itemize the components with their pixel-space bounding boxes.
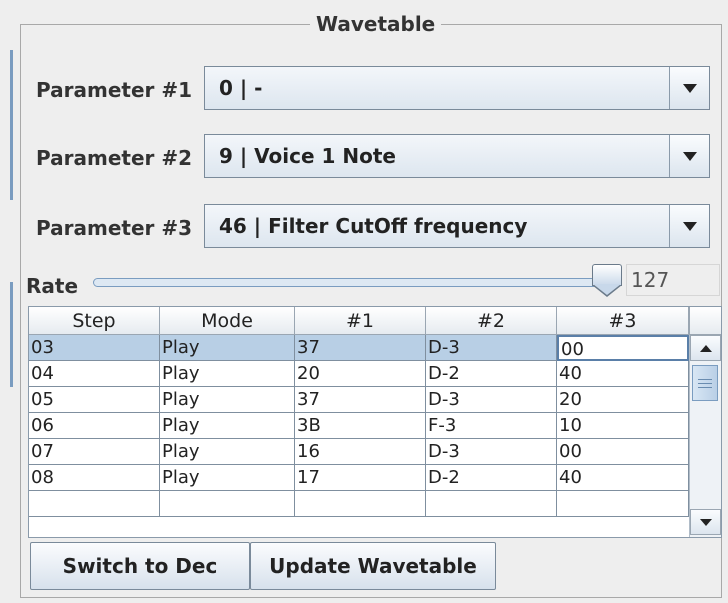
table-row[interactable]: 06 Play 3B F-3 10	[29, 413, 689, 439]
scrollbar-thumb[interactable]	[692, 365, 718, 401]
cell-param-3[interactable]: 40	[557, 465, 689, 491]
cell-step[interactable]: 04	[29, 361, 160, 387]
table-row[interactable]: 07 Play 16 D-3 00	[29, 439, 689, 465]
cell-step[interactable]: 06	[29, 413, 160, 439]
cell-param-1[interactable]: 37	[295, 335, 426, 361]
scroll-up-button[interactable]	[690, 335, 721, 361]
column-header-param-1[interactable]: #1	[295, 307, 426, 335]
rate-slider-thumb[interactable]	[592, 264, 622, 286]
cell-param-3[interactable]: 00	[557, 439, 689, 465]
side-edge-mark-top	[10, 50, 13, 200]
chevron-down-icon	[683, 152, 697, 161]
parameter-3-label: Parameter #3	[36, 216, 193, 240]
cell-param-1[interactable]: 20	[295, 361, 426, 387]
cell-mode[interactable]: Play	[160, 465, 295, 491]
arrow-up-icon	[700, 345, 712, 352]
parameter-3-value: 46 | Filter CutOff frequency	[219, 214, 528, 238]
parameter-2-dropdown-button[interactable]	[669, 135, 709, 177]
rate-slider-thumb-fill	[593, 284, 621, 295]
table-vertical-scrollbar[interactable]	[689, 335, 721, 537]
cell-param-3[interactable]: 40	[557, 361, 689, 387]
table-row-partial[interactable]	[29, 491, 689, 517]
cell-step[interactable]: 05	[29, 387, 160, 413]
cell-step[interactable]: 07	[29, 439, 160, 465]
table-row[interactable]: 05 Play 37 D-3 20	[29, 387, 689, 413]
cell-mode	[160, 491, 295, 517]
table-row[interactable]: 03 Play 37 D-3 00	[29, 335, 689, 361]
cell-param-2[interactable]: F-3	[426, 413, 557, 439]
switch-to-dec-button[interactable]: Switch to Dec	[30, 542, 250, 590]
cell-param-1[interactable]: 16	[295, 439, 426, 465]
cell-param-2[interactable]: D-3	[426, 439, 557, 465]
parameter-2-value: 9 | Voice 1 Note	[219, 144, 396, 168]
parameter-2-label: Parameter #2	[36, 146, 193, 170]
cell-param-3[interactable]: 10	[557, 413, 689, 439]
cell-param-1[interactable]: 3B	[295, 413, 426, 439]
parameter-3-select[interactable]: 46 | Filter CutOff frequency	[204, 204, 710, 248]
cell-step[interactable]: 03	[29, 335, 160, 361]
cell-mode[interactable]: Play	[160, 439, 295, 465]
parameter-1-dropdown-button[interactable]	[669, 67, 709, 109]
cell-step	[29, 491, 160, 517]
chevron-down-icon	[683, 84, 697, 93]
wavetable-table[interactable]: Step Mode #1 #2 #3 03 Play 37 D-3 00 04 …	[28, 306, 722, 538]
scroll-down-button[interactable]	[690, 509, 721, 535]
cell-param-2[interactable]: D-3	[426, 335, 557, 361]
cell-mode[interactable]: Play	[160, 361, 295, 387]
parameter-3-dropdown-button[interactable]	[669, 205, 709, 247]
column-header-step[interactable]: Step	[29, 307, 160, 335]
table-header: Step Mode #1 #2 #3	[29, 307, 689, 335]
cell-mode[interactable]: Play	[160, 413, 295, 439]
cell-param-1	[295, 491, 426, 517]
cell-param-3[interactable]: 20	[557, 387, 689, 413]
column-header-param-3[interactable]: #3	[557, 307, 689, 335]
chevron-down-icon	[683, 222, 697, 231]
update-wavetable-button[interactable]: Update Wavetable	[250, 542, 496, 590]
table-row[interactable]: 04 Play 20 D-2 40	[29, 361, 689, 387]
cell-mode[interactable]: Play	[160, 387, 295, 413]
rate-slider-track[interactable]	[93, 278, 613, 287]
cell-param-3[interactable]: 00	[557, 335, 689, 361]
parameter-1-value: 0 | -	[219, 76, 263, 100]
rate-label: Rate	[26, 274, 79, 298]
table-body: 03 Play 37 D-3 00 04 Play 20 D-2 40 05 P…	[29, 335, 689, 517]
cell-mode[interactable]: Play	[160, 335, 295, 361]
parameter-1-label: Parameter #1	[36, 78, 193, 102]
table-row[interactable]: 08 Play 17 D-2 40	[29, 465, 689, 491]
parameter-1-select[interactable]: 0 | -	[204, 66, 710, 110]
table-header-corner	[689, 307, 721, 335]
cell-param-1[interactable]: 37	[295, 387, 426, 413]
cell-param-3	[557, 491, 689, 517]
cell-param-2	[426, 491, 557, 517]
cell-step[interactable]: 08	[29, 465, 160, 491]
rate-value-field[interactable]: 127	[626, 264, 720, 296]
side-edge-mark-bottom	[10, 282, 13, 387]
cell-param-1[interactable]: 17	[295, 465, 426, 491]
cell-param-2[interactable]: D-2	[426, 361, 557, 387]
panel-title: Wavetable	[310, 12, 442, 36]
column-header-mode[interactable]: Mode	[160, 307, 295, 335]
cell-param-2[interactable]: D-3	[426, 387, 557, 413]
cell-param-2[interactable]: D-2	[426, 465, 557, 491]
column-header-param-2[interactable]: #2	[426, 307, 557, 335]
arrow-down-icon	[700, 519, 712, 526]
parameter-2-select[interactable]: 9 | Voice 1 Note	[204, 134, 710, 178]
